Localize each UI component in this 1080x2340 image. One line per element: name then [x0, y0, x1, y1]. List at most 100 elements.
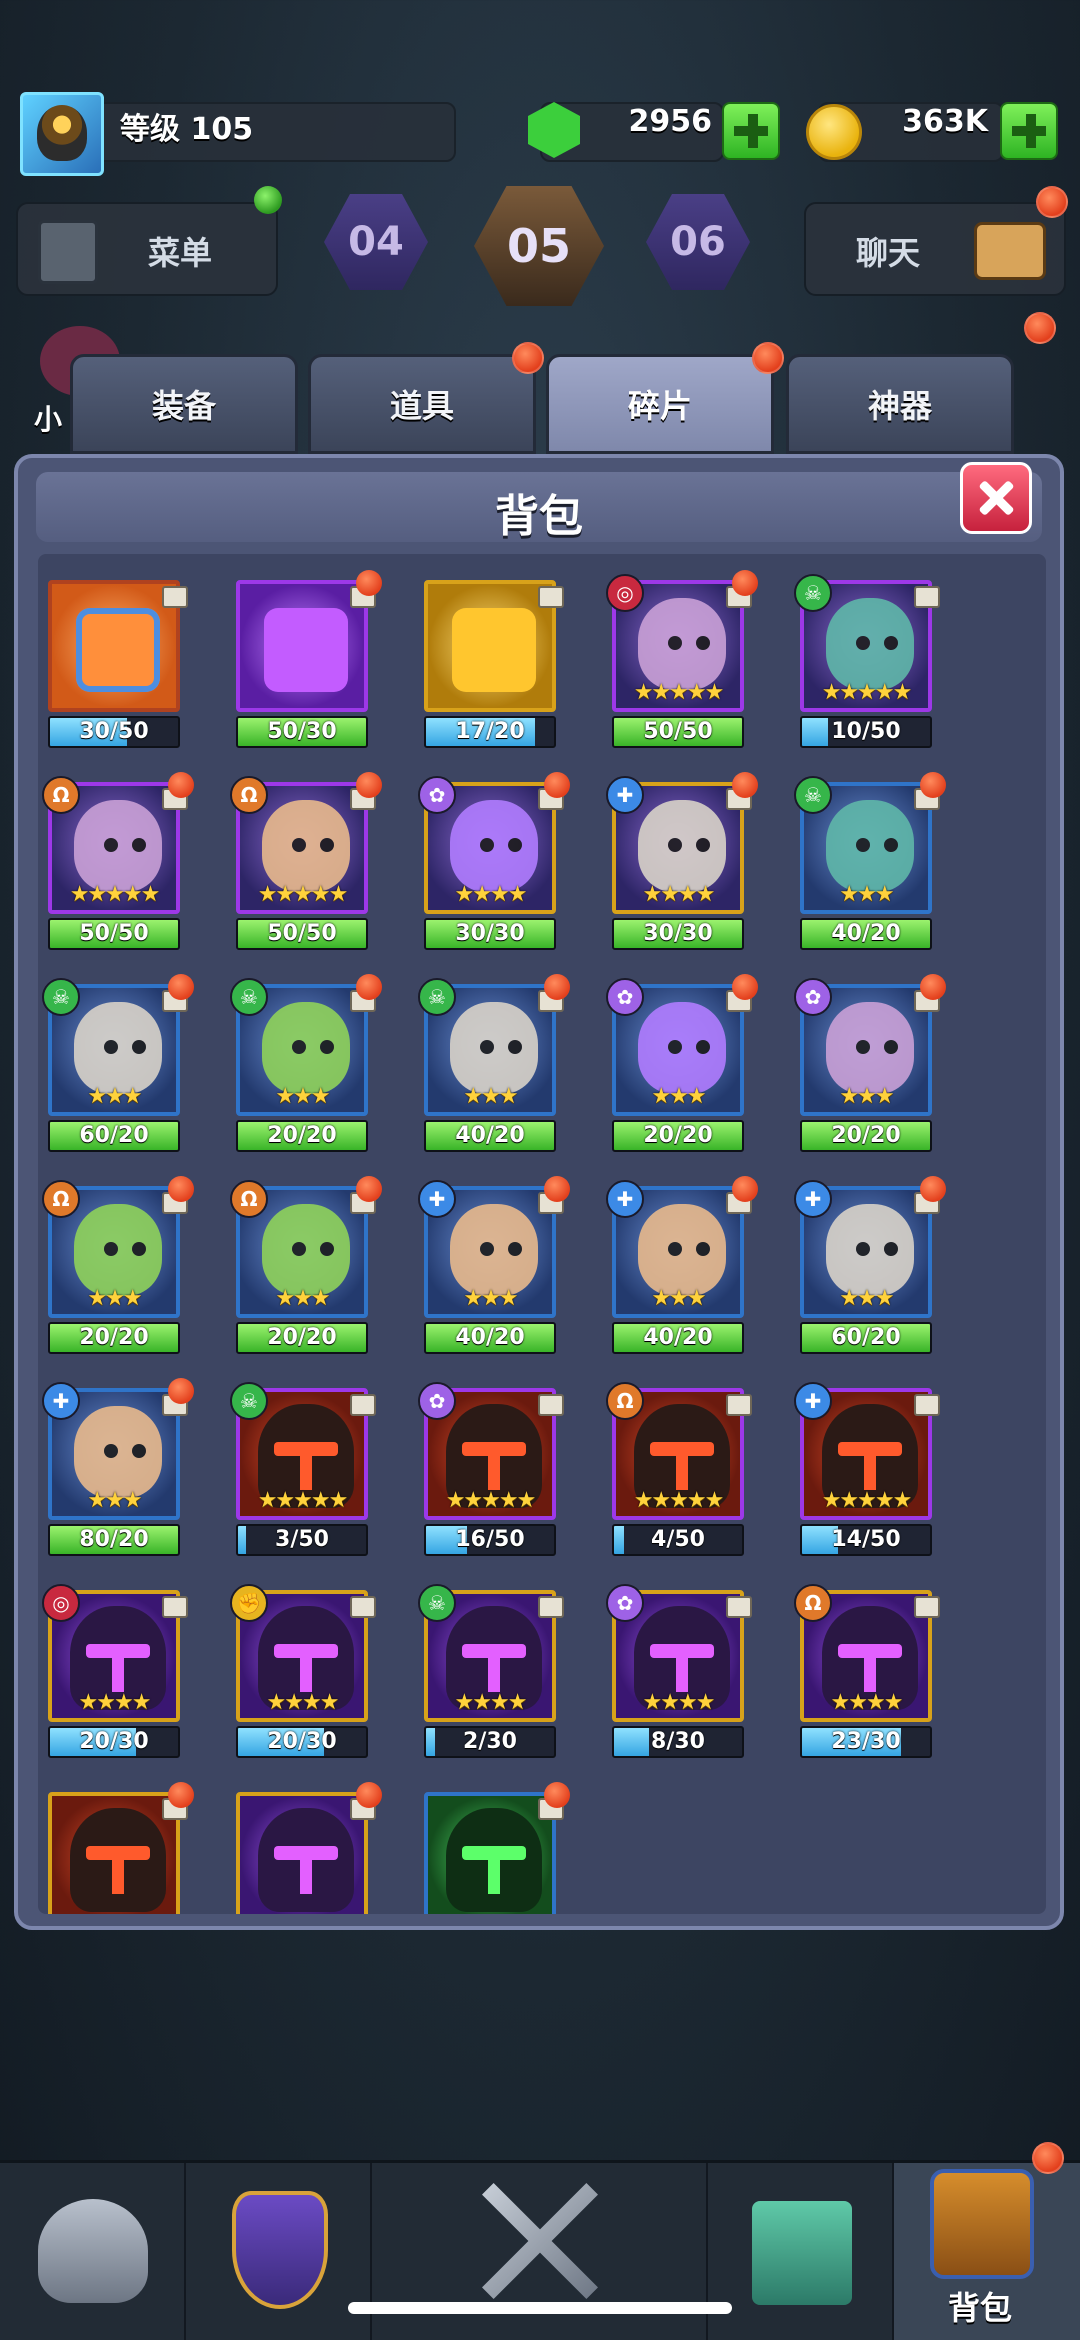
hero-eye: [104, 1040, 118, 1054]
tab-equipment[interactable]: 装备: [70, 354, 298, 454]
helmet-visor-slit: [112, 1846, 124, 1894]
star-rating: ★★★★: [454, 882, 528, 907]
hero-face: [638, 800, 726, 892]
star-rating: ★★★★: [830, 1690, 904, 1715]
shard-card[interactable]: ★★★★ ✿ 8/30: [606, 1584, 752, 1768]
backpack-icon: [930, 2169, 1034, 2279]
hero-face: [638, 1204, 726, 1296]
shard-card[interactable]: ★★★★ Ω 23/30: [794, 1584, 940, 1768]
hero-face: [262, 800, 350, 892]
shard-card[interactable]: ★★★ ✚ 40/20: [418, 1176, 570, 1364]
add-gems-button[interactable]: [722, 102, 780, 160]
hero-eye: [856, 1040, 870, 1054]
faction-icon: ✚: [42, 1382, 80, 1420]
shard-card[interactable]: ★★★★★ Ω 4/50: [606, 1382, 752, 1566]
shard-card[interactable]: ★★★ Ω 20/20: [230, 1176, 382, 1364]
shard-card[interactable]: ★★★ ✚ 40/20: [606, 1176, 758, 1364]
shard-card[interactable]: ★★★★ ◎ 20/30: [42, 1584, 188, 1768]
player-avatar[interactable]: [20, 92, 104, 176]
notification-dot: [732, 570, 758, 596]
menu-notification-dot: [254, 186, 282, 214]
shard-card[interactable]: [48, 1782, 194, 1914]
shard-card[interactable]: ★★★ ✚ 60/20: [794, 1176, 946, 1364]
shard-card[interactable]: ★★★★★ Ω 50/50: [42, 772, 194, 960]
shard-card[interactable]: [424, 1782, 570, 1914]
shard-card[interactable]: ★★★★★ Ω 50/50: [230, 772, 382, 960]
tab-shards[interactable]: 碎片: [546, 354, 774, 454]
shard-card[interactable]: ★★★★★ ✿ 16/50: [418, 1382, 564, 1566]
nav-backpack[interactable]: 背包: [894, 2163, 1080, 2340]
shard-card[interactable]: ★★★ ☠ 60/20: [42, 974, 194, 1162]
shard-card[interactable]: ★★★ ✚ 80/20: [42, 1378, 194, 1566]
shard-progress-bar: 23/30: [800, 1726, 932, 1758]
shard-progress-bar: 10/50: [800, 716, 932, 748]
faction-icon: ☠: [794, 574, 832, 612]
shard-progress-bar: 17/20: [424, 716, 556, 748]
side-event-label: 小: [34, 403, 63, 436]
notification-dot: [168, 974, 194, 1000]
shard-card[interactable]: ★★★★★ ☠ 10/50: [794, 574, 940, 758]
shard-card[interactable]: ★★★★★ ✚ 14/50: [794, 1382, 940, 1566]
add-coins-button[interactable]: [1000, 102, 1058, 160]
shard-card[interactable]: ★★★ ☠ 40/20: [794, 772, 946, 960]
shard-card[interactable]: ★★★★ ✚ 30/30: [606, 772, 758, 960]
shard-card[interactable]: [236, 1782, 382, 1914]
shard-card[interactable]: ★★★ Ω 20/20: [42, 1176, 194, 1364]
star-rating: ★★★★★: [633, 680, 725, 705]
shard-card[interactable]: ★★★★ ☠ 2/30: [418, 1584, 564, 1768]
shard-card[interactable]: 30/50: [48, 580, 188, 758]
shard-count: 3/50: [275, 1527, 329, 1552]
shard-card[interactable]: ★★★ ✿ 20/20: [794, 974, 946, 1162]
shard-card[interactable]: ★★★★ ✊ 20/30: [230, 1584, 376, 1768]
faction-icon: ✿: [606, 1584, 644, 1622]
faction-icon: ☠: [418, 978, 456, 1016]
star-rating: ★★★: [651, 1286, 706, 1311]
notification-dot: [168, 1378, 194, 1404]
hero-face: [826, 598, 914, 690]
shard-grid: 30/50 50/30 17/20 ★★★★★ ◎ 50/50 ★★★★★ ☠ 10/50 ★★★…: [38, 554, 1046, 1914]
menu-button[interactable]: 菜单: [16, 202, 278, 296]
star-rating: ★★★: [463, 1084, 518, 1109]
tab-items[interactable]: 道具: [308, 354, 536, 454]
star-rating: ★★★★★: [69, 882, 161, 907]
shard-tag-icon: [162, 1596, 188, 1618]
helmet-visor-slit: [676, 1644, 688, 1692]
shard-count: 30/30: [643, 921, 713, 946]
nav-castle[interactable]: [708, 2163, 894, 2340]
shard-card[interactable]: 50/30: [236, 570, 382, 758]
shard-card[interactable]: ★★★ ☠ 40/20: [418, 974, 570, 1162]
tab-artifacts[interactable]: 神器: [786, 354, 1014, 454]
shard-card[interactable]: ★★★ ☠ 20/20: [230, 974, 382, 1162]
star-rating: ★★★★★: [821, 1488, 913, 1513]
shard-card[interactable]: ★★★★ ✿ 30/30: [418, 772, 570, 960]
stage-prev[interactable]: 04: [324, 194, 428, 290]
stage-next[interactable]: 06: [646, 194, 750, 290]
shard-count: 20/20: [643, 1123, 713, 1148]
helmet-visor-slit: [864, 1442, 876, 1490]
shard-progress-bar: 30/30: [612, 918, 744, 950]
shard-card[interactable]: ★★★★★ ☠ 3/50: [230, 1382, 376, 1566]
shard-card[interactable]: ★★★ ✿ 20/20: [606, 974, 758, 1162]
star-rating: ★★★: [463, 1286, 518, 1311]
shard-card[interactable]: 17/20: [424, 580, 564, 758]
shard-progress-bar: 50/50: [236, 918, 368, 950]
home-indicator[interactable]: [348, 2302, 732, 2314]
faction-icon: ☠: [42, 978, 80, 1016]
stage-current[interactable]: 05: [474, 186, 604, 306]
faction-icon: Ω: [42, 1180, 80, 1218]
shard-progress-bar: 2/30: [424, 1726, 556, 1758]
castle-icon: [752, 2201, 852, 2305]
faction-icon: ✿: [418, 1382, 456, 1420]
shard-card[interactable]: ★★★★★ ◎ 50/50: [606, 570, 758, 758]
chat-button[interactable]: 聊天: [804, 202, 1066, 296]
coin-icon: [806, 104, 862, 160]
shard-progress-bar: 14/50: [800, 1524, 932, 1556]
close-button[interactable]: [960, 462, 1032, 534]
helmet-visor-slit: [112, 1644, 124, 1692]
star-rating: ★★★: [87, 1488, 142, 1513]
hero-face: [74, 1002, 162, 1094]
nav-heroes[interactable]: [0, 2163, 186, 2340]
shard-progress-bar: 20/20: [612, 1120, 744, 1152]
hero-eye: [508, 1242, 522, 1256]
nav-guild[interactable]: [186, 2163, 372, 2340]
